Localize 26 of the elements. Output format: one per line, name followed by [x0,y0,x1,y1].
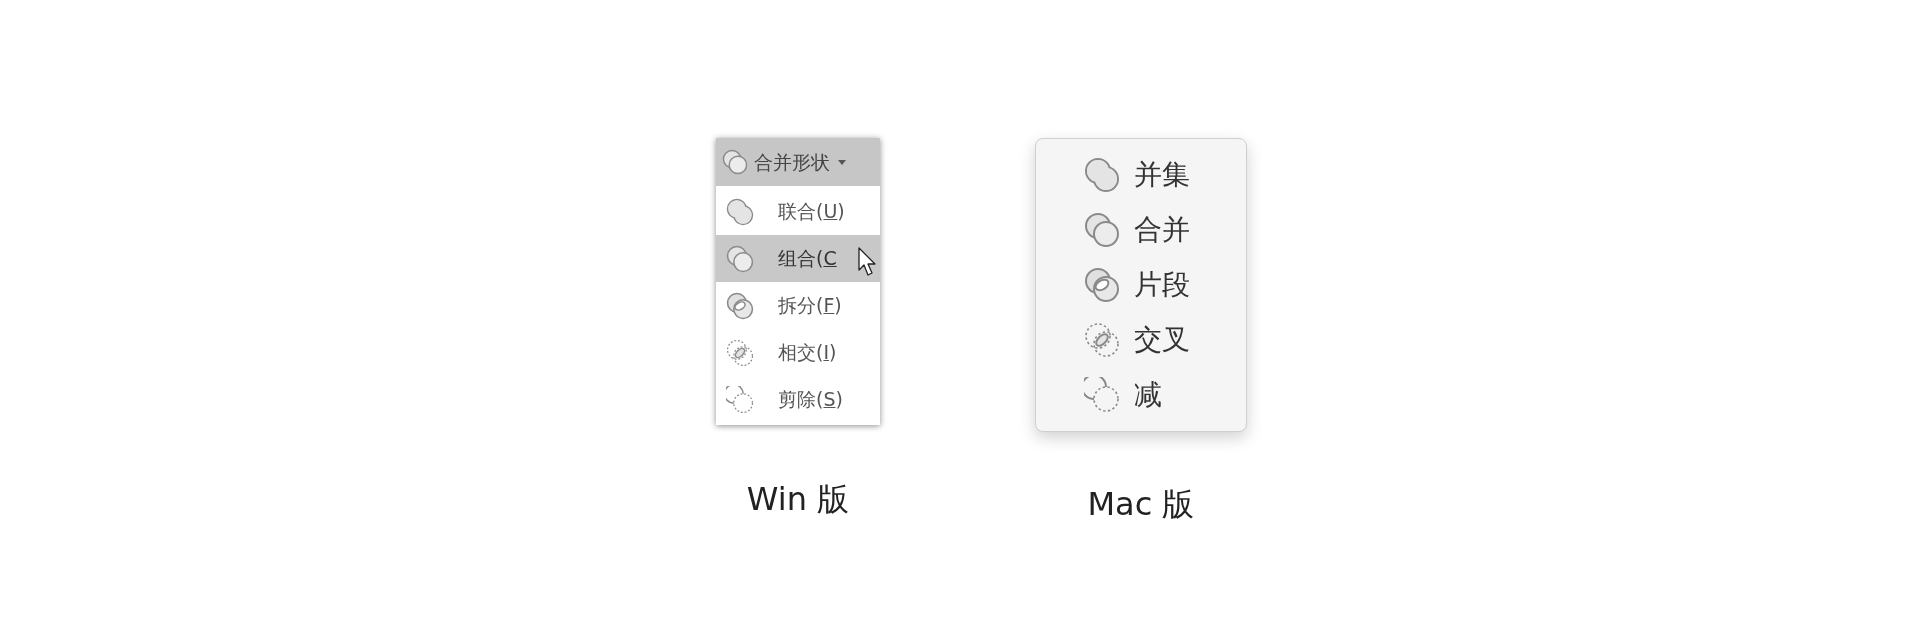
menu-caption: Win 版 [746,479,850,520]
menu-item[interactable]: 并集 [1084,155,1246,195]
menu-item[interactable]: 拆分(F) [716,282,880,329]
fragment-shapes-icon [1084,267,1120,303]
dropdown-caret-icon [838,159,846,165]
union-shapes-icon [1084,157,1120,193]
menu-item[interactable]: 减 [1084,375,1246,415]
mouse-pointer-icon [858,247,878,277]
combine-shapes-icon [722,149,748,175]
fragment-shapes-icon [726,291,754,320]
menu-item[interactable]: 联合(U) [716,188,880,235]
subtract-shapes-icon [726,385,754,414]
combine-shapes-icon [726,244,754,273]
menu-item[interactable]: 组合(C [716,235,880,282]
union-shapes-icon [726,197,754,226]
menu-item[interactable]: 片段 [1084,265,1246,305]
menu-item[interactable]: 交叉 [1084,320,1246,360]
subtract-shapes-icon [1084,377,1120,413]
menu-caption: Mac 版 [1087,484,1195,525]
intersect-shapes-icon [1084,322,1120,358]
menu-item[interactable]: 相交(I) [716,329,880,376]
combine-shapes-icon [1084,212,1120,248]
intersect-shapes-icon [726,338,754,367]
merge-shapes-button[interactable]: 合并形状 [716,138,880,186]
menu-item[interactable]: 合并 [1084,210,1246,250]
menu-item[interactable]: 剪除(S) [716,376,880,423]
